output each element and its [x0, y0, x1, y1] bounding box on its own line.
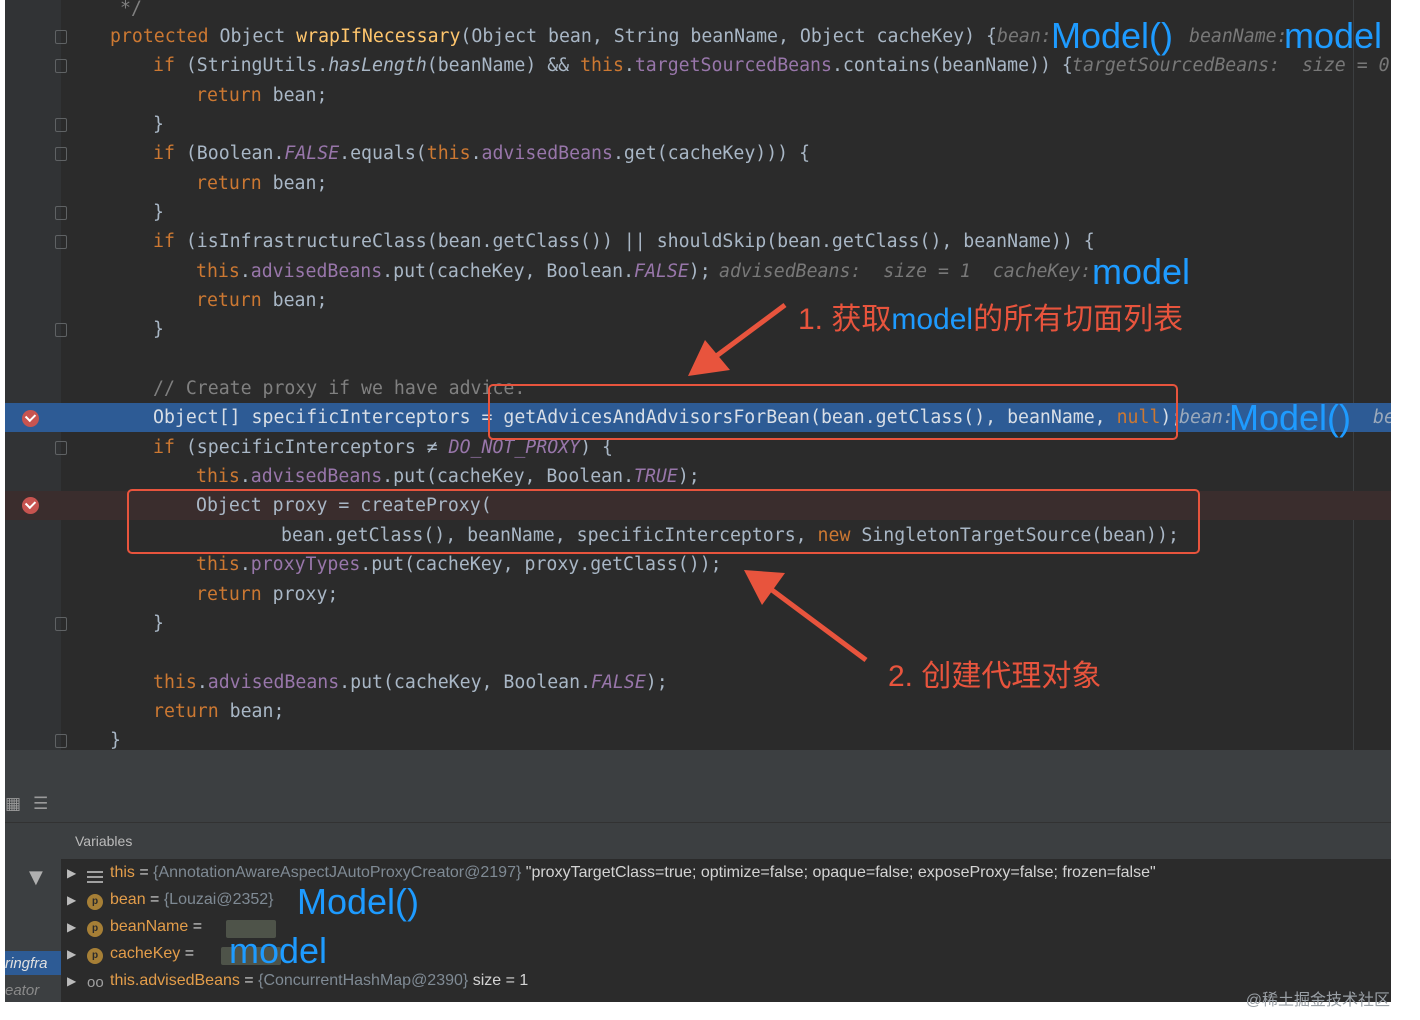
- arrow-to-advisors: [688, 302, 787, 376]
- model-label: model: [229, 930, 328, 971]
- watermark: @稀土掘金技术社区: [1245, 992, 1390, 1009]
- model-label: model: [1284, 15, 1383, 56]
- model-label: model: [1092, 251, 1191, 292]
- model-call-label: Model(): [1051, 15, 1174, 56]
- arrow-to-create-proxy: [744, 570, 868, 663]
- annotation-step-2: 2. 创建代理对象: [888, 660, 1102, 693]
- model-call-label: Model(): [1229, 397, 1352, 438]
- annotation-arrows: [688, 302, 868, 663]
- model-call-label: Model(): [297, 881, 420, 922]
- annotation-step-1: 1. 获取model的所有切面列表: [798, 303, 1184, 336]
